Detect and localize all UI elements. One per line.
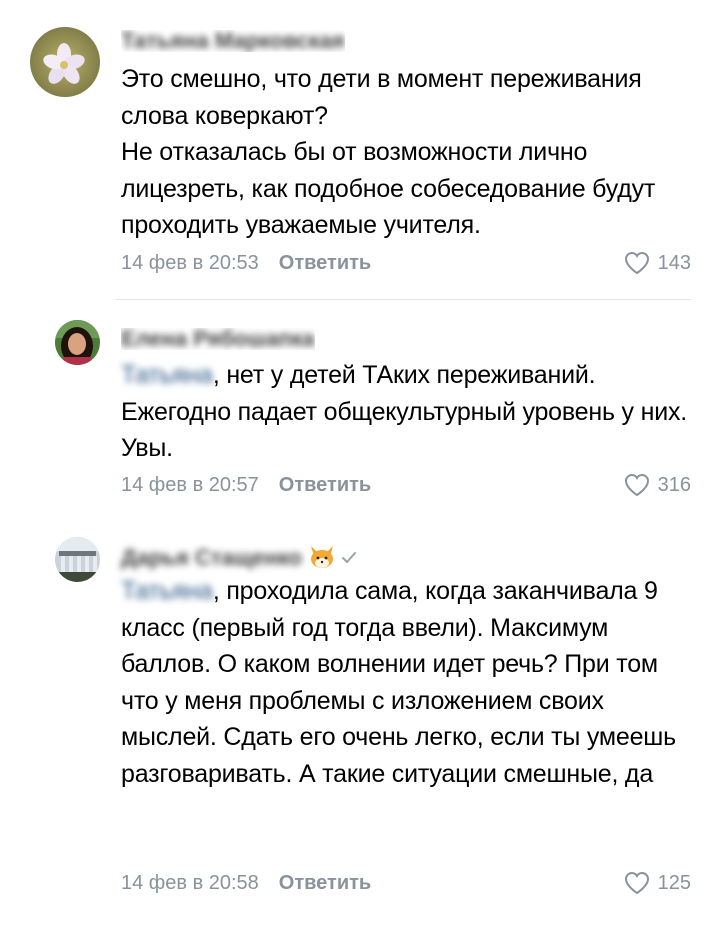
reply-button[interactable]: Ответить: [279, 252, 371, 274]
reply-button[interactable]: Ответить: [279, 872, 371, 894]
comment-author[interactable]: Дарья Стащенко: [121, 544, 358, 572]
comment-date[interactable]: 14 фев в 20:53: [121, 252, 259, 274]
comment-author[interactable]: Елена Рябошапка: [121, 328, 315, 350]
fox-badge-icon: [308, 544, 336, 574]
like-button[interactable]: 143: [624, 251, 691, 275]
comment-text: Это смешно, что дети в момент переживани…: [121, 65, 656, 239]
heart-icon: [624, 871, 649, 895]
check-icon: [340, 548, 358, 570]
woman-avatar-icon: [55, 320, 100, 365]
avatar[interactable]: [55, 537, 100, 582]
mention-link[interactable]: Татьяна: [121, 577, 213, 605]
like-count: 143: [657, 252, 691, 274]
heart-icon: [624, 473, 649, 497]
like-button[interactable]: 125: [624, 871, 691, 895]
comment-text: Татьяна, проходила сама, когда заканчива…: [121, 577, 676, 788]
comment-meta: 14 фев в 20:57 Ответить: [121, 473, 371, 497]
flower-avatar-icon: [30, 27, 100, 97]
comment-date[interactable]: 14 фев в 20:58: [121, 872, 259, 894]
like-count: 125: [657, 872, 691, 894]
avatar[interactable]: [30, 27, 100, 97]
mention-link[interactable]: Татьяна: [121, 361, 213, 389]
heart-icon: [624, 251, 649, 275]
divider: [116, 299, 691, 300]
comment-date[interactable]: 14 фев в 20:57: [121, 474, 259, 496]
comment-meta: 14 фев в 20:53 Ответить: [121, 251, 371, 275]
like-count: 316: [657, 474, 691, 496]
reply-button[interactable]: Ответить: [279, 474, 371, 496]
avatar[interactable]: [55, 320, 100, 365]
comment-text: Татьяна, нет у детей ТАких переживаний. …: [121, 361, 688, 462]
building-avatar-icon: [55, 537, 100, 582]
comment-meta: 14 фев в 20:58 Ответить: [121, 871, 371, 895]
like-button[interactable]: 316: [624, 473, 691, 497]
comment-author[interactable]: Татьяна Марковская: [121, 30, 345, 52]
